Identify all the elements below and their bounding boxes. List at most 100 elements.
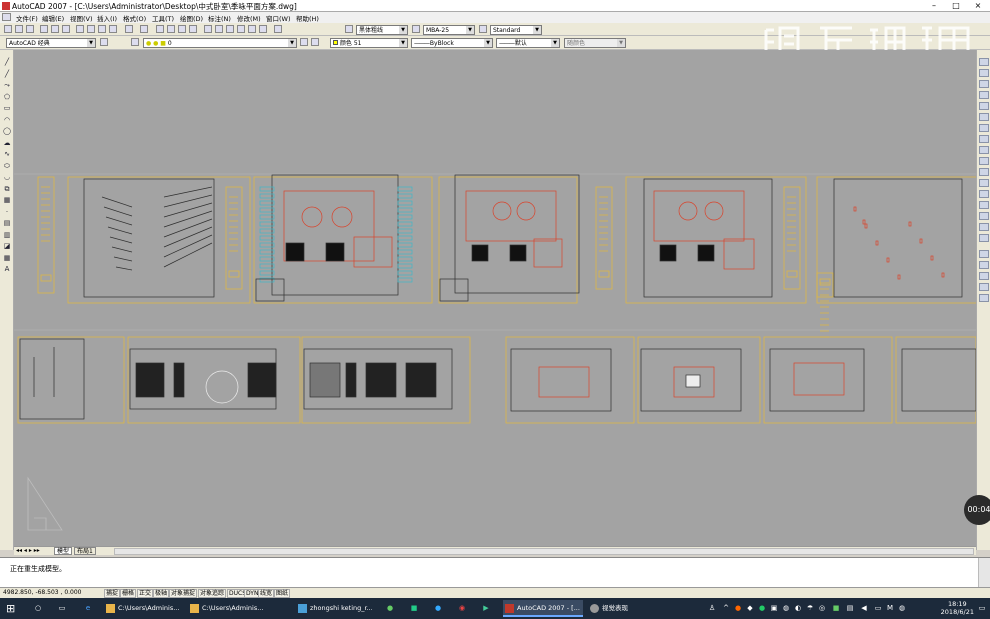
redo-icon[interactable] bbox=[140, 25, 148, 33]
polyline-icon[interactable]: ⤳ bbox=[2, 81, 12, 90]
command-line[interactable]: 正在重生成模型。 bbox=[0, 557, 990, 588]
trim-icon[interactable] bbox=[979, 157, 989, 165]
wechat-icon[interactable]: ● bbox=[758, 604, 766, 612]
circle-icon[interactable]: ◯ bbox=[2, 127, 12, 136]
point-icon[interactable]: · bbox=[2, 208, 12, 217]
nvidia-icon[interactable]: ■ bbox=[832, 604, 840, 612]
dimension-linear-icon[interactable] bbox=[979, 250, 989, 258]
network-icon[interactable]: ▤ bbox=[846, 604, 854, 612]
snap-toggle[interactable]: 捕捉 bbox=[104, 589, 121, 598]
explode-icon[interactable] bbox=[979, 234, 989, 242]
ime-mode-icon[interactable]: ◍ bbox=[898, 604, 906, 612]
maximize-button[interactable]: □ bbox=[948, 0, 964, 12]
workspace-settings-icon[interactable] bbox=[100, 38, 108, 46]
design-center-icon[interactable] bbox=[215, 25, 223, 33]
offset-icon[interactable] bbox=[979, 91, 989, 99]
tray-chevron-icon[interactable]: ^ bbox=[722, 604, 730, 612]
menu-view[interactable]: 视图(V) bbox=[70, 13, 93, 23]
app-icon-play[interactable]: ▶ bbox=[482, 604, 490, 612]
multiline-text-icon[interactable]: A bbox=[2, 265, 12, 274]
tray-app-icon[interactable]: ◎ bbox=[818, 604, 826, 612]
tray-app-icon[interactable]: ▣ bbox=[770, 604, 778, 612]
text-style-select[interactable]: 黑体粗线 ▼ bbox=[356, 25, 408, 35]
zoom-realtime-icon[interactable] bbox=[167, 25, 175, 33]
join-icon[interactable] bbox=[979, 201, 989, 209]
chamfer-icon[interactable] bbox=[979, 212, 989, 220]
ime-icon[interactable]: M bbox=[886, 604, 894, 612]
polar-toggle[interactable]: 极轴 bbox=[153, 589, 170, 598]
app-icon-green[interactable]: ● bbox=[386, 604, 394, 612]
erase-icon[interactable] bbox=[979, 58, 989, 66]
cut-icon[interactable] bbox=[76, 25, 84, 33]
pan-icon[interactable] bbox=[156, 25, 164, 33]
gradient-icon[interactable]: ▥ bbox=[2, 231, 12, 240]
construction-line-icon[interactable]: ╱ bbox=[2, 70, 12, 79]
tray-app-icon[interactable]: ◍ bbox=[782, 604, 790, 612]
new-icon[interactable] bbox=[4, 25, 12, 33]
quickcalc-icon[interactable] bbox=[259, 25, 267, 33]
notifications-icon[interactable]: ▭ bbox=[978, 604, 986, 612]
layer-previous-icon[interactable] bbox=[311, 38, 319, 46]
region-icon[interactable]: ◪ bbox=[2, 242, 12, 251]
scale-icon[interactable] bbox=[979, 135, 989, 143]
dimension-diameter-icon[interactable] bbox=[979, 283, 989, 291]
tab-nav-arrows[interactable]: ◂◂ ◂ ▸ ▸▸ bbox=[14, 547, 50, 555]
arc-icon[interactable]: ◠ bbox=[2, 116, 12, 125]
menu-draw[interactable]: 绘图(D) bbox=[180, 13, 203, 23]
menu-help[interactable]: 帮助(H) bbox=[296, 13, 319, 23]
dimension-angular-icon[interactable] bbox=[979, 294, 989, 302]
layer-manager-icon[interactable] bbox=[131, 38, 139, 46]
tool-palettes-icon[interactable] bbox=[226, 25, 234, 33]
color-select[interactable]: 颜色 51 ▼ bbox=[330, 38, 408, 48]
app-icon-teal[interactable]: ■ bbox=[410, 604, 418, 612]
tab-model[interactable]: 模型 bbox=[54, 547, 73, 555]
properties-icon[interactable] bbox=[204, 25, 212, 33]
hatch-icon[interactable]: ▤ bbox=[2, 219, 12, 228]
close-button[interactable]: × bbox=[970, 0, 986, 12]
minimize-button[interactable]: – bbox=[926, 0, 942, 12]
lineweight-toggle[interactable]: 线宽 bbox=[258, 589, 275, 598]
line-icon[interactable]: ╱ bbox=[2, 58, 12, 67]
tray-app-icon[interactable]: ☂ bbox=[806, 604, 814, 612]
fillet-icon[interactable] bbox=[979, 223, 989, 231]
taskbar-item-explorer-1[interactable]: C:\Users\Adminis... bbox=[104, 600, 186, 617]
workspace-select[interactable]: AutoCAD 经典 ▼ bbox=[6, 38, 96, 48]
table-style-select[interactable]: Standard ▼ bbox=[490, 25, 542, 35]
taskbar-item-visual[interactable]: 视觉表现 bbox=[588, 600, 648, 617]
tab-layout1[interactable]: 布局1 bbox=[74, 547, 96, 555]
copy-icon[interactable] bbox=[87, 25, 95, 33]
markup-icon[interactable] bbox=[248, 25, 256, 33]
plot-icon[interactable] bbox=[40, 25, 48, 33]
app-icon-blue[interactable]: ● bbox=[434, 604, 442, 612]
taskbar-item-autocad[interactable]: AutoCAD 2007 - [... bbox=[503, 600, 583, 617]
undo-icon[interactable] bbox=[125, 25, 133, 33]
taskbar-item-image[interactable]: zhongshi keting_r... bbox=[296, 600, 372, 617]
rotate-icon[interactable] bbox=[979, 124, 989, 132]
task-view-icon[interactable]: ▭ bbox=[58, 604, 66, 612]
help-icon[interactable] bbox=[274, 25, 282, 33]
ellipse-arc-icon[interactable]: ◡ bbox=[2, 173, 12, 182]
make-layer-current-icon[interactable] bbox=[300, 38, 308, 46]
dimension-aligned-icon[interactable] bbox=[979, 261, 989, 269]
battery-icon[interactable]: ▭ bbox=[874, 604, 882, 612]
grid-toggle[interactable]: 栅格 bbox=[120, 589, 137, 598]
array-icon[interactable] bbox=[979, 102, 989, 110]
polygon-icon[interactable]: ⬠ bbox=[2, 93, 12, 102]
tray-app-icon[interactable]: ◆ bbox=[746, 604, 754, 612]
system-clock[interactable]: 18:19 2018/6/21 bbox=[941, 600, 974, 616]
break-at-point-icon[interactable] bbox=[979, 179, 989, 187]
windows-start-icon[interactable]: ⊞ bbox=[6, 603, 17, 614]
sheet-set-icon[interactable] bbox=[237, 25, 245, 33]
people-icon[interactable]: ♙ bbox=[708, 604, 716, 612]
publish-icon[interactable] bbox=[62, 25, 70, 33]
menu-window[interactable]: 窗口(W) bbox=[266, 13, 291, 23]
command-scrollbar[interactable] bbox=[978, 558, 990, 588]
zoom-window-icon[interactable] bbox=[178, 25, 186, 33]
insert-block-icon[interactable]: ⧉ bbox=[2, 185, 12, 194]
zoom-previous-icon[interactable] bbox=[189, 25, 197, 33]
open-icon[interactable] bbox=[15, 25, 23, 33]
paste-icon[interactable] bbox=[98, 25, 106, 33]
paper-toggle[interactable]: 图纸 bbox=[274, 589, 291, 598]
move-icon[interactable] bbox=[979, 113, 989, 121]
dim-style-select[interactable]: MBA-25 ▼ bbox=[423, 25, 475, 35]
